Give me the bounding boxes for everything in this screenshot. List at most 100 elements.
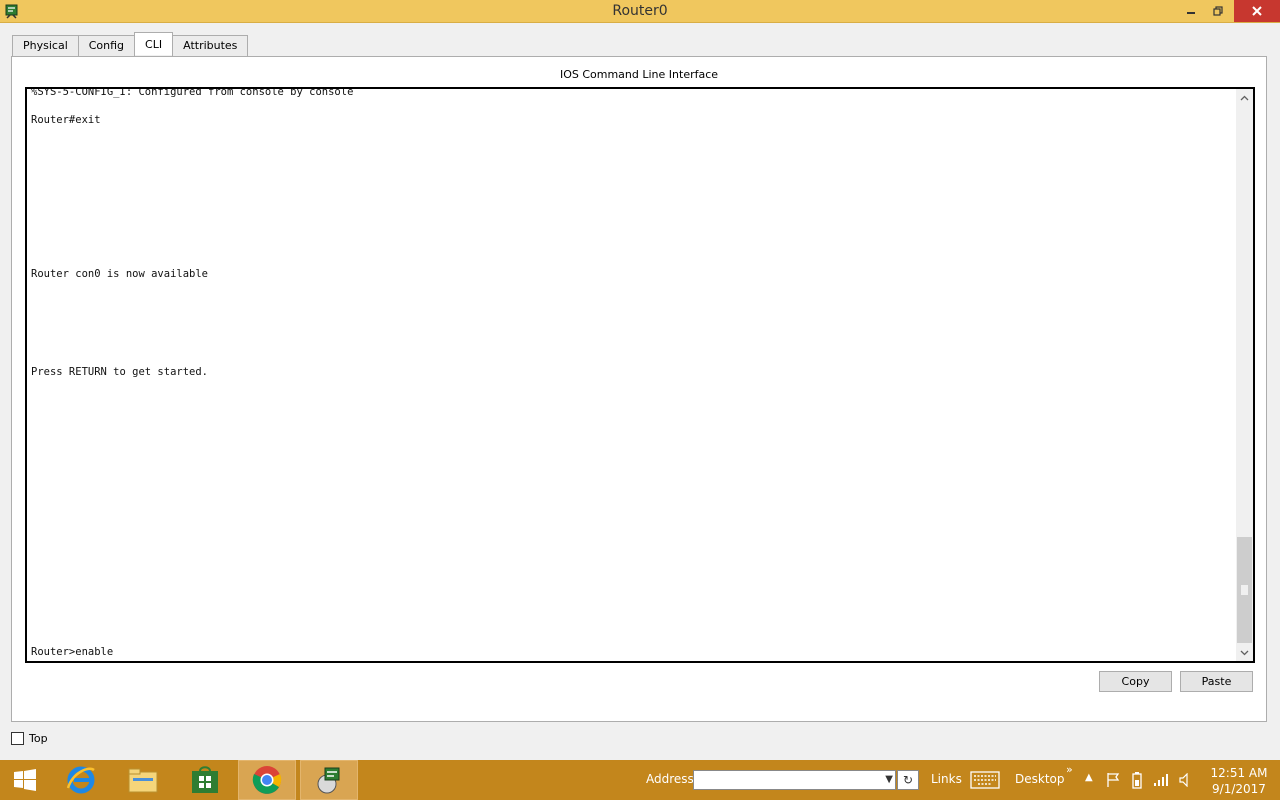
toolbar-chevron[interactable]: » xyxy=(1066,763,1073,776)
refresh-button[interactable]: ↻ xyxy=(897,770,919,790)
taskbar-store[interactable] xyxy=(180,760,230,800)
taskbar-internet-explorer[interactable] xyxy=(56,760,106,800)
paste-button[interactable]: Paste xyxy=(1180,671,1253,692)
tab-physical[interactable]: Physical xyxy=(12,35,79,56)
top-checkbox-label: Top xyxy=(29,732,48,745)
refresh-icon: ↻ xyxy=(902,773,914,787)
power-icon[interactable] xyxy=(1128,760,1146,800)
scroll-down-button[interactable] xyxy=(1236,644,1253,661)
folder-icon xyxy=(128,768,158,793)
clock-time: 12:51 AM xyxy=(1210,766,1268,780)
store-icon xyxy=(192,766,218,793)
start-button[interactable] xyxy=(4,760,46,800)
show-hidden-icons-icon[interactable]: ▲ xyxy=(1085,772,1093,783)
taskbar-file-explorer[interactable] xyxy=(118,760,168,800)
battery-icon xyxy=(1132,772,1142,789)
tab-attributes[interactable]: Attributes xyxy=(172,35,249,56)
volume-button[interactable] xyxy=(1176,760,1194,800)
restore-icon xyxy=(1213,6,1223,16)
speaker-icon xyxy=(1179,773,1188,787)
minimize-button[interactable] xyxy=(1178,0,1204,22)
terminal-line: Press RETURN to get started. xyxy=(31,366,209,378)
restore-button[interactable] xyxy=(1205,0,1231,22)
close-button[interactable] xyxy=(1234,0,1280,22)
terminal-line: Router#configure terminal xyxy=(31,659,1231,661)
terminal-output[interactable]: %SYS-5-CONFIG_I: Configured from console… xyxy=(31,87,1231,661)
tab-config[interactable]: Config xyxy=(77,35,136,56)
links-toolbar-label[interactable]: Links xyxy=(931,772,962,786)
minimize-icon xyxy=(1187,12,1195,14)
copy-button[interactable]: Copy xyxy=(1099,671,1172,692)
tab-bar: Physical Config CLI Attributes xyxy=(12,32,249,56)
chevron-down-icon[interactable]: ▼ xyxy=(885,774,893,785)
terminal-line: Router con0 is now available xyxy=(31,268,209,280)
scrollbar-grip xyxy=(1241,585,1248,595)
window-title: Router0 xyxy=(612,3,668,19)
windows-logo-icon xyxy=(14,769,36,791)
keyboard-icon xyxy=(970,771,1000,789)
network-icon[interactable] xyxy=(1152,760,1170,800)
scroll-up-button[interactable] xyxy=(1236,89,1253,106)
panel-title: IOS Command Line Interface xyxy=(559,68,719,81)
scrollbar-thumb[interactable] xyxy=(1237,537,1252,643)
system-clock[interactable]: 12:51 AM 9/1/2017 xyxy=(1204,765,1274,797)
close-icon xyxy=(1252,6,1262,16)
internet-explorer-icon xyxy=(66,766,95,794)
address-input[interactable]: ▼ xyxy=(693,770,896,790)
touch-keyboard-button[interactable] xyxy=(968,760,1002,800)
taskbar-chrome[interactable] xyxy=(238,760,296,800)
clock-date: 9/1/2017 xyxy=(1212,782,1266,796)
taskbar: Address ▼ ↻ Links Desktop » ▲ 12:51 AM 9… xyxy=(0,760,1280,800)
terminal-line: %SYS-5-CONFIG_I: Configured from console… xyxy=(31,87,354,98)
top-checkbox-row[interactable]: Top xyxy=(11,732,48,745)
address-label: Address xyxy=(646,772,694,786)
taskbar-packet-tracer[interactable] xyxy=(300,760,358,800)
terminal-line: Router#exit xyxy=(31,114,101,126)
terminal-scrollbar[interactable] xyxy=(1236,89,1253,661)
top-checkbox[interactable] xyxy=(11,732,24,745)
cli-terminal[interactable]: %SYS-5-CONFIG_I: Configured from console… xyxy=(25,87,1255,663)
terminal-line: Router>enable xyxy=(31,646,114,658)
cli-panel: IOS Command Line Interface %SYS-5-CONFIG… xyxy=(11,56,1267,722)
desktop-toolbar-label[interactable]: Desktop xyxy=(1015,772,1065,786)
chrome-icon xyxy=(252,766,282,794)
action-center-icon[interactable] xyxy=(1104,760,1122,800)
chevron-down-icon xyxy=(1240,650,1249,655)
chevron-up-icon xyxy=(1240,95,1249,100)
flag-icon xyxy=(1107,773,1120,787)
title-bar: Router0 xyxy=(0,0,1280,23)
packet-tracer-icon xyxy=(317,767,340,794)
tab-cli[interactable]: CLI xyxy=(134,32,174,55)
